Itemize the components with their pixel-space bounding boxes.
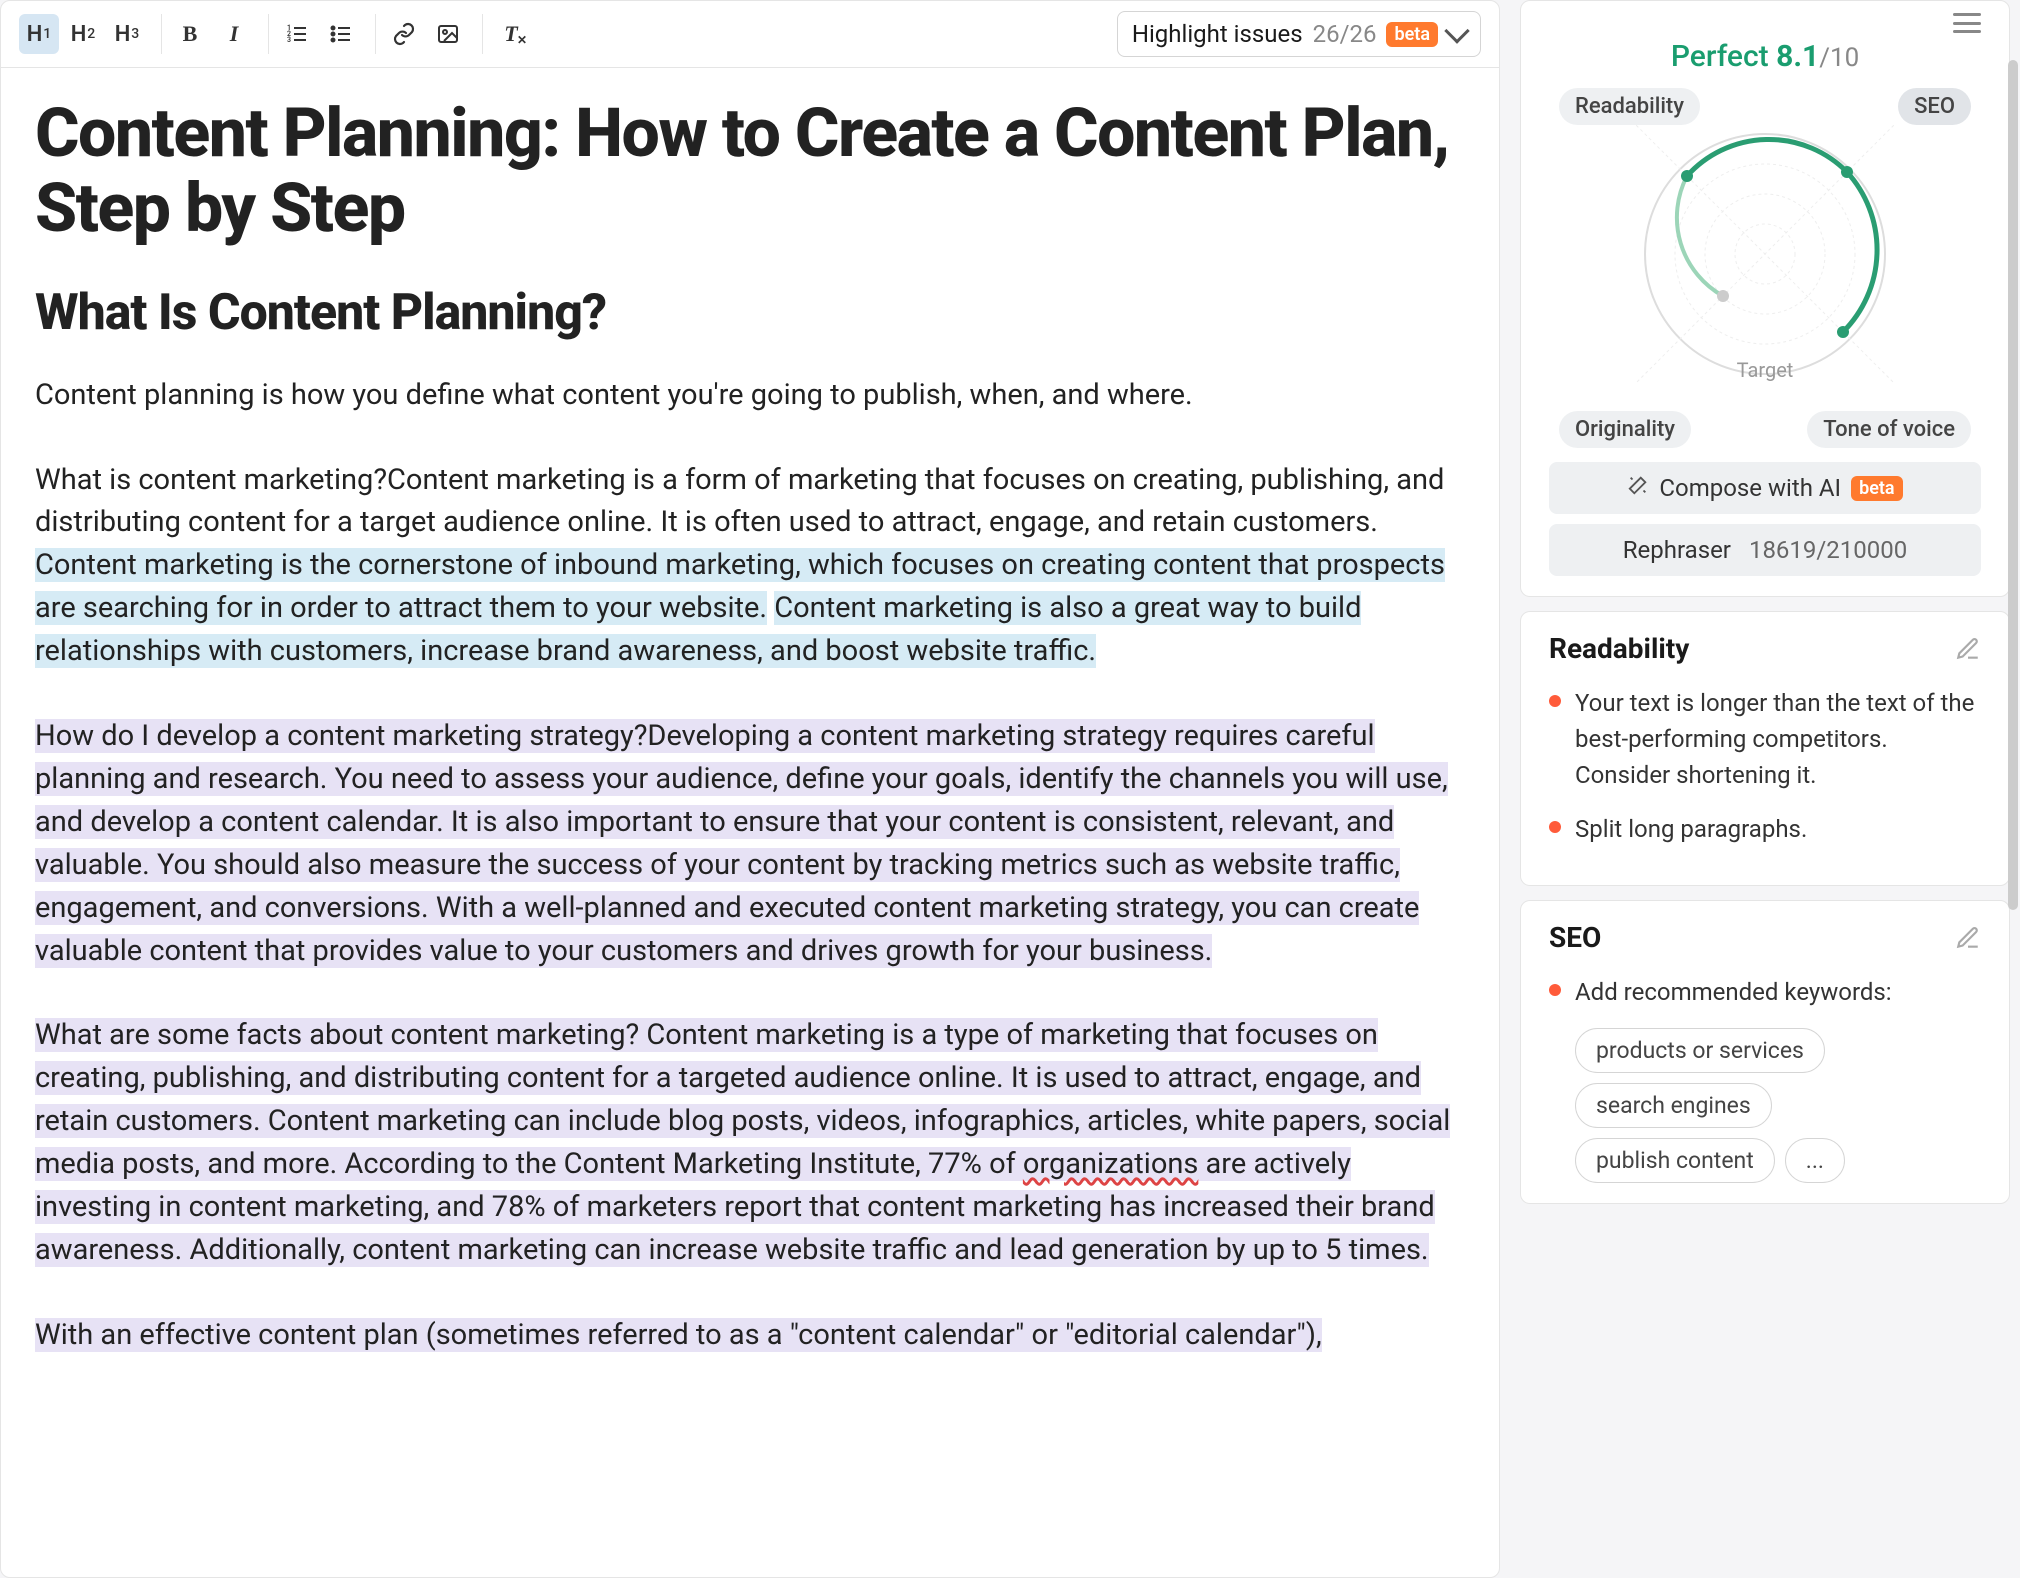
- radar-tag-tone[interactable]: Tone of voice: [1807, 411, 1971, 448]
- paragraph-5[interactable]: With an effective content plan (sometime…: [35, 1314, 1465, 1357]
- highlight-purple: How do I develop a content marketing str…: [35, 719, 1448, 968]
- keyword-more[interactable]: ...: [1785, 1138, 1845, 1183]
- bullet-icon: [1549, 984, 1561, 996]
- radar-tag-originality[interactable]: Originality: [1559, 411, 1691, 448]
- highlight-purple: What are some facts about content market…: [35, 1018, 1450, 1267]
- radar-chart: Readability SEO Originality Tone of voic…: [1549, 88, 1981, 448]
- readability-card: Readability Your text is longer than the…: [1520, 611, 2010, 886]
- bold-button[interactable]: B: [170, 14, 210, 54]
- keyword-pill[interactable]: products or services: [1575, 1028, 1825, 1073]
- rephraser-button[interactable]: Rephraser 18619/210000: [1549, 524, 1981, 576]
- issue-item[interactable]: Add recommended keywords:: [1549, 974, 1981, 1010]
- h3-button[interactable]: H3: [107, 14, 147, 54]
- beta-badge: beta: [1386, 22, 1438, 47]
- keyword-pill[interactable]: search engines: [1575, 1083, 1772, 1128]
- radar-target-label: Target: [1737, 358, 1794, 382]
- readability-issues: Your text is longer than the text of the…: [1549, 685, 1981, 847]
- italic-button[interactable]: I: [214, 14, 254, 54]
- paragraph-4[interactable]: What are some facts about content market…: [35, 1014, 1465, 1271]
- highlight-issues-toggle[interactable]: Highlight issues 26/26 beta: [1117, 11, 1481, 57]
- svg-text:3: 3: [287, 36, 291, 44]
- paragraph-2[interactable]: What is content marketing?Content market…: [35, 459, 1465, 674]
- h2-button[interactable]: H2: [63, 14, 103, 54]
- readability-title: Readability: [1549, 632, 1981, 665]
- score-card: Perfect 8.1/10 Readability SEO Originali…: [1520, 0, 2010, 597]
- chevron-down-icon: [1444, 18, 1469, 43]
- radar-svg: [1635, 124, 1895, 384]
- document-h2[interactable]: What Is Content Planning?: [35, 276, 1465, 350]
- issue-item[interactable]: Split long paragraphs.: [1549, 811, 1981, 847]
- heading-group: H1 H2 H3: [19, 14, 162, 54]
- menu-icon[interactable]: [1953, 13, 1981, 33]
- paragraph-1[interactable]: Content planning is how you define what …: [35, 374, 1465, 417]
- compose-ai-label: Compose with AI: [1659, 474, 1841, 502]
- sidebar: Perfect 8.1/10 Readability SEO Originali…: [1520, 0, 2020, 1578]
- seo-card: SEO Add recommended keywords: products o…: [1520, 900, 2010, 1204]
- spelling-error: organizations: [1023, 1147, 1198, 1181]
- highlight-label: Highlight issues: [1132, 20, 1303, 48]
- seo-title: SEO: [1549, 921, 1981, 954]
- bullet-icon: [1549, 695, 1561, 707]
- score-value: 8.1: [1776, 39, 1819, 74]
- unordered-list-button[interactable]: [321, 14, 361, 54]
- link-button[interactable]: [384, 14, 424, 54]
- image-button[interactable]: [428, 14, 468, 54]
- score-label: Perfect: [1671, 39, 1769, 74]
- keyword-pill[interactable]: publish content: [1575, 1138, 1775, 1183]
- ordered-list-button[interactable]: 123: [277, 14, 317, 54]
- scrollbar[interactable]: [2008, 60, 2018, 910]
- paragraph-3[interactable]: How do I develop a content marketing str…: [35, 715, 1465, 972]
- highlight-purple: With an effective content plan (sometime…: [35, 1318, 1322, 1352]
- clear-format-button[interactable]: T✕: [491, 14, 531, 54]
- edit-icon[interactable]: [1955, 636, 1981, 662]
- document-title[interactable]: Content Planning: How to Create a Conten…: [35, 96, 1465, 246]
- editor-pane: H1 H2 H3 B I 123 T✕: [0, 0, 1500, 1578]
- insert-group: [384, 14, 483, 54]
- h1-button[interactable]: H1: [19, 14, 59, 54]
- compose-ai-button[interactable]: Compose with AI beta: [1549, 462, 1981, 514]
- toolbar: H1 H2 H3 B I 123 T✕: [1, 1, 1499, 68]
- clear-group: T✕: [491, 14, 545, 54]
- seo-issues: Add recommended keywords:: [1549, 974, 1981, 1010]
- format-group: B I: [170, 14, 269, 54]
- editor-body[interactable]: Content Planning: How to Create a Conten…: [1, 68, 1499, 1385]
- score-max: /10: [1819, 43, 1859, 73]
- list-group: 123: [277, 14, 376, 54]
- wand-icon: [1627, 474, 1649, 502]
- edit-icon[interactable]: [1955, 925, 1981, 951]
- bullet-icon: [1549, 821, 1561, 833]
- radar-tag-readability[interactable]: Readability: [1559, 88, 1700, 125]
- score-line: Perfect 8.1/10: [1549, 39, 1981, 74]
- highlight-count: 26/26: [1313, 20, 1377, 48]
- rephraser-count: 18619/210000: [1749, 536, 1907, 564]
- issue-item[interactable]: Your text is longer than the text of the…: [1549, 685, 1981, 793]
- radar-tag-seo[interactable]: SEO: [1898, 88, 1971, 125]
- rephraser-label: Rephraser: [1623, 536, 1731, 564]
- keyword-list: products or services search engines publ…: [1549, 1028, 1981, 1183]
- beta-badge: beta: [1851, 476, 1903, 501]
